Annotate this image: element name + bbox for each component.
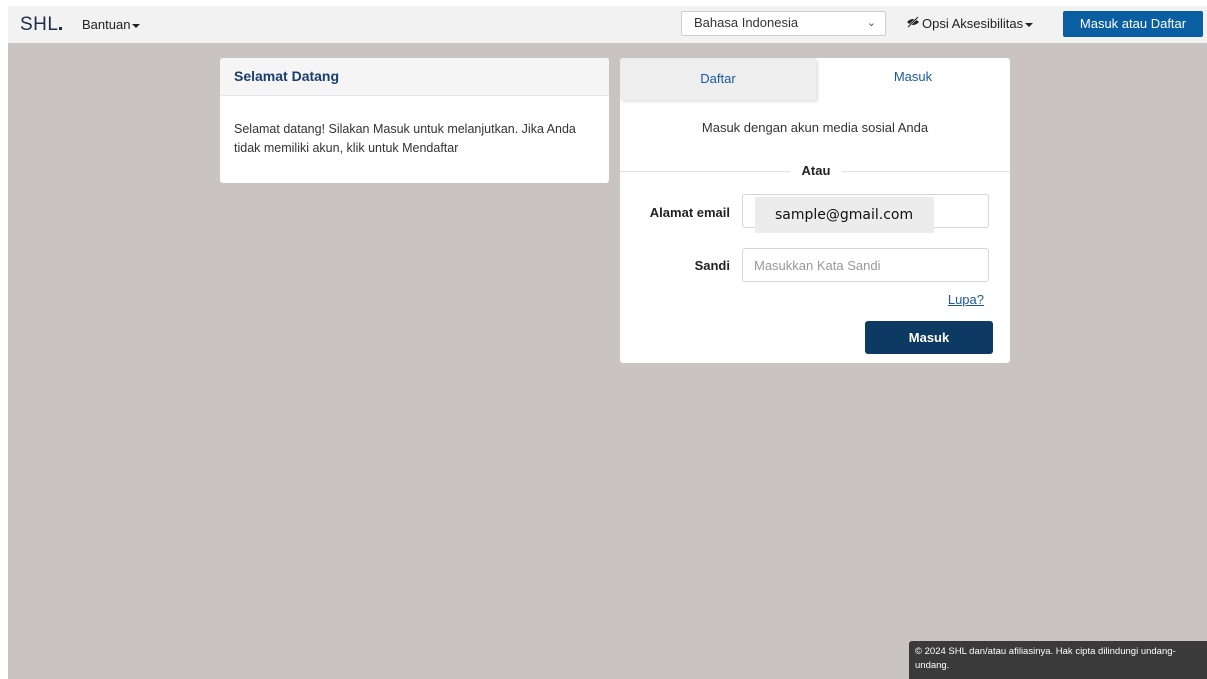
password-label: Sandi — [694, 258, 730, 273]
help-menu-label: Bantuan — [82, 17, 131, 32]
welcome-title: Selamat Datang — [220, 58, 609, 96]
page-background: SHL Bantuan Bahasa Indonesia ⌄ Opsi Akse… — [8, 6, 1207, 679]
help-menu[interactable]: Bantuan — [82, 17, 141, 32]
email-label: Alamat email — [649, 205, 730, 220]
social-login-text: Masuk dengan akun media sosial Anda — [701, 120, 929, 135]
eye-slash-icon — [906, 16, 922, 31]
accessibility-menu-label: Opsi Aksesibilitas — [922, 16, 1024, 31]
logo-dot — [59, 27, 63, 30]
login-card: Daftar Masuk Masuk dengan akun media sos… — [620, 58, 1010, 363]
language-value: Bahasa Indonesia — [694, 15, 799, 30]
or-separator: Atau — [790, 163, 842, 178]
caret-down-icon — [1025, 22, 1034, 27]
copyright-footer: © 2024 SHL dan/atau afiliasinya. Hak cip… — [909, 641, 1207, 679]
caret-down-icon — [132, 23, 141, 28]
welcome-card: Selamat Datang Selamat datang! Silakan M… — [220, 58, 609, 183]
tab-login[interactable]: Masuk — [816, 58, 1010, 100]
shl-logo[interactable]: SHL — [20, 14, 63, 36]
forgot-password-link[interactable]: Lupa? — [948, 292, 984, 307]
welcome-text: Selamat datang! Silakan Masuk untuk mela… — [234, 122, 576, 155]
top-navbar: SHL Bantuan Bahasa Indonesia ⌄ Opsi Akse… — [8, 6, 1207, 43]
password-field[interactable] — [742, 248, 989, 282]
login-register-button[interactable]: Masuk atau Daftar — [1063, 11, 1203, 37]
logo-text: SHL — [20, 14, 59, 35]
language-select[interactable]: Bahasa Indonesia ⌄ — [681, 11, 886, 36]
accessibility-menu[interactable]: Opsi Aksesibilitas — [906, 16, 1034, 31]
tab-register[interactable]: Daftar — [620, 58, 816, 100]
chevron-down-icon: ⌄ — [866, 17, 876, 29]
email-value: sample@gmail.com — [755, 197, 934, 233]
login-submit-button[interactable]: Masuk — [865, 321, 993, 354]
